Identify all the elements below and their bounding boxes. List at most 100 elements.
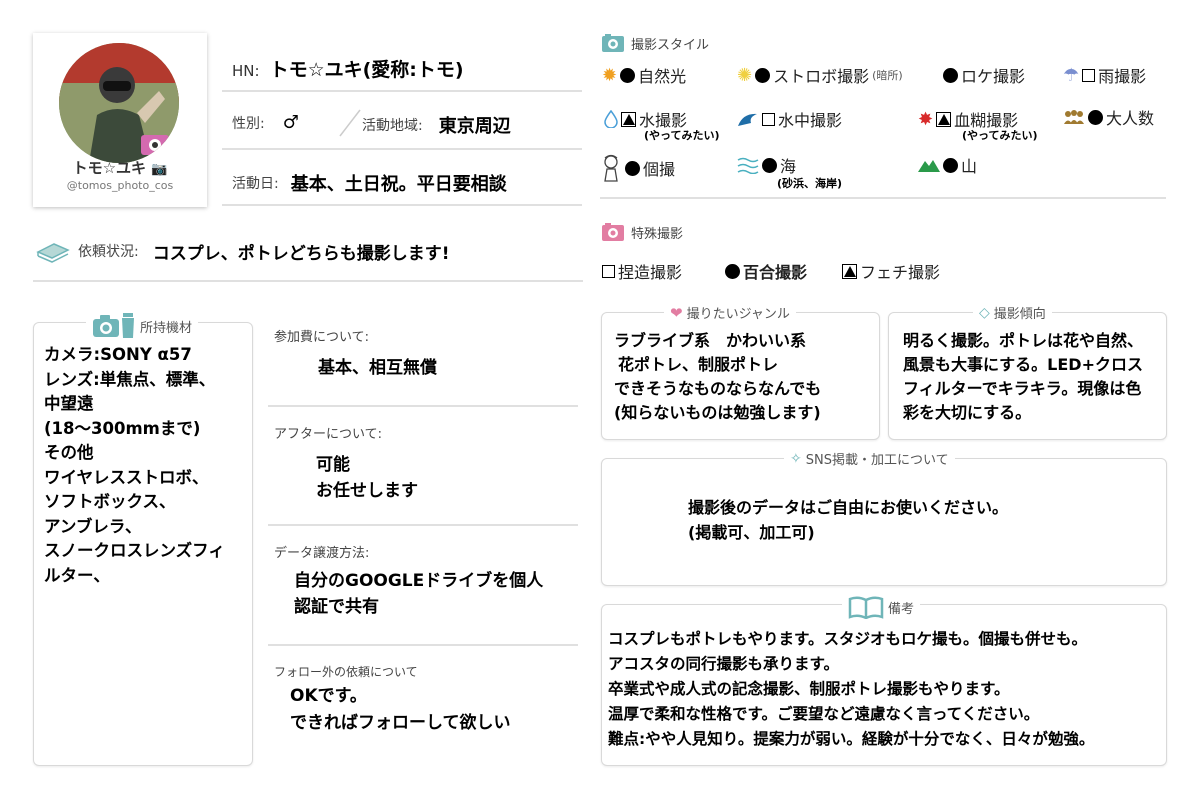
mark-dot	[725, 263, 740, 279]
style-rain: ☂ 雨撮影	[1063, 63, 1146, 87]
sns-title-text: SNS掲載・加工について	[805, 453, 949, 468]
hn-row: HN: トモ☆ユキ(愛称:トモ)	[232, 55, 464, 82]
divider	[268, 644, 578, 646]
style-individual: 個撮	[600, 153, 675, 183]
mountain-icon	[918, 158, 940, 172]
after-value: 可能 お任せします	[316, 452, 418, 504]
mark-dot	[625, 160, 640, 176]
equipment-line: 中望遠	[44, 394, 94, 413]
genre-list: ラブライブ系 かわいい系 花ポトレ、制服ポトレ できそうなものならなんでも (知…	[614, 329, 821, 425]
equipment-line: レンズ:単焦点、標準、	[44, 369, 216, 389]
divider	[268, 524, 578, 526]
days-label: 活動日:	[232, 176, 279, 192]
genre-line: ラブライブ系 かわいい系	[614, 331, 807, 350]
equipment-line: その他	[44, 443, 94, 462]
mark-triangle	[936, 111, 952, 127]
area-row: 活動地域: 東京周辺	[362, 112, 511, 138]
gender-value: ♂	[282, 112, 299, 133]
sns-list: 撮影後のデータはご自由にお使いください。 (掲載可、加工可)	[688, 495, 1008, 545]
water-drop-icon	[604, 110, 618, 128]
divider	[600, 197, 1166, 199]
splash-icon: ✸	[918, 108, 934, 130]
tendency-line: フィルターでキラキラ。現像は色	[903, 379, 1142, 398]
heart-icon: ❤	[670, 303, 683, 322]
style-note: (暗所)	[872, 69, 903, 82]
special-yuri: 百合撮影	[725, 259, 807, 283]
style-sub: (砂浜、海岸)	[777, 177, 843, 190]
sns-card: ✧ SNS掲載・加工について 撮影後のデータはご自由にお使いください。 (掲載可…	[601, 449, 1167, 586]
tendency-title: ◇ 撮影傾向	[973, 303, 1052, 322]
fee-label: 参加費について:	[274, 330, 369, 345]
after-line: 可能	[316, 455, 350, 475]
sea-icon	[737, 156, 759, 174]
profile-name-text: トモ☆ユキ	[72, 159, 147, 177]
mark-dot	[620, 67, 636, 83]
diamond-icon: ◇	[979, 304, 990, 321]
mark-dot	[943, 157, 958, 173]
after-line: お任せします	[316, 481, 418, 501]
equipment-line: アンブレラ、	[44, 516, 142, 536]
notes-line: 卒業式や成人式の記念撮影、制服ポトレ撮影もやります。	[608, 680, 1010, 698]
genre-line: (知らないものは勉強します)	[614, 403, 821, 422]
special-title: 特殊撮影	[601, 222, 683, 242]
mark-box	[1082, 68, 1096, 82]
sns-title: ✧ SNS掲載・加工について	[784, 449, 955, 468]
style-blood: ✸ 血糊撮影 (やってみたい)	[918, 107, 1038, 143]
styles-title: 撮影スタイル	[601, 33, 709, 53]
divider	[222, 148, 582, 150]
equipment-line: (18～300mmまで)	[44, 418, 201, 438]
equipment-line: カメラ:SONY α57	[44, 345, 192, 364]
mark-box	[762, 112, 775, 126]
genre-title: ❤ 撮りたいジャンル	[664, 303, 796, 322]
mark-dot	[755, 67, 771, 83]
area-value: 東京周辺	[438, 116, 511, 137]
data-transfer-label: データ譲渡方法:	[274, 546, 370, 561]
equipment-line: スノークロスレンズフィ	[44, 541, 225, 560]
divider	[268, 405, 578, 407]
tendency-list: 明るく撮影。ポトレは花や自然、 風景も大事にする。LED+クロス フィルターでキ…	[903, 329, 1143, 425]
notes-line: アコスタの同行撮影も承ります。	[608, 655, 839, 673]
special-fake: 捏造撮影	[602, 259, 682, 283]
sns-line: 撮影後のデータはご自由にお使いください。	[688, 498, 1009, 517]
style-label: 水中撮影	[778, 111, 843, 130]
books-icon	[36, 238, 70, 264]
mark-dot	[1088, 109, 1103, 125]
equipment-line: ワイヤレスストロボ、	[44, 467, 209, 487]
style-label: ストロボ撮影	[773, 67, 870, 86]
after-label: アフターについて:	[274, 427, 382, 442]
request-label: 依頼状況:	[78, 244, 139, 260]
equipment-list: カメラ:SONY α57 レンズ:単焦点、標準、 中望遠 (18～300mmまで…	[44, 343, 225, 588]
data-transfer-line: 認証で共有	[294, 597, 379, 617]
style-label: 雨撮影	[1098, 67, 1147, 86]
equipment-title-text: 所持機材	[140, 320, 193, 336]
style-sea: 海 (砂浜、海岸)	[737, 153, 842, 190]
tendency-line: 明るく撮影。ポトレは花や自然、	[903, 331, 1144, 350]
avatar[interactable]	[59, 43, 179, 163]
style-sub: (やってみたい)	[644, 129, 720, 142]
gender-row: 性別: ♂	[232, 112, 299, 133]
tendency-title-text: 撮影傾向	[993, 307, 1046, 322]
camera-icon	[601, 222, 625, 242]
camera-icon	[601, 33, 625, 53]
genre-title-text: 撮りたいジャンル	[686, 307, 790, 322]
profile-name: トモ☆ユキ 📷	[33, 157, 207, 178]
data-transfer-line: 自分のGOOGLEドライブを個人	[294, 571, 544, 591]
hn-value: トモ☆ユキ(愛称:トモ)	[269, 59, 464, 81]
divider	[222, 90, 582, 92]
genre-card: ❤ 撮りたいジャンル ラブライブ系 かわいい系 花ポトレ、制服ポトレ できそうな…	[601, 303, 880, 440]
sun-icon: ✹	[602, 64, 618, 86]
days-value: 基本、土日祝。平日要相談	[290, 174, 507, 195]
non-follow-line: OKです。	[290, 686, 367, 706]
divider	[33, 280, 583, 282]
magic-wand-icon: ✧	[790, 450, 802, 467]
non-follow-label: フォロー外の依頼について	[274, 665, 418, 679]
mark-dot	[762, 157, 777, 173]
equipment-line: ルター、	[44, 565, 110, 585]
equipment-title: 所持機材	[86, 313, 199, 339]
style-label: ロケ撮影	[961, 67, 1026, 86]
notes-list: コスプレもポトレもやります。スタジオもロケ撮も。個撮も併せも。 アコスタの同行撮…	[608, 627, 1094, 752]
profile-handle[interactable]: @tomos_photo_cos	[33, 179, 207, 192]
style-underwater: 水中撮影	[737, 107, 842, 131]
mark-box	[602, 264, 615, 278]
style-label: 海	[780, 157, 797, 176]
